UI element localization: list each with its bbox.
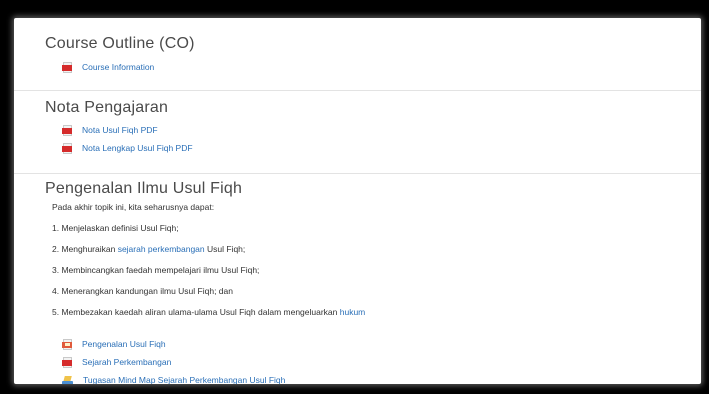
resource-link[interactable]: Pengenalan Usul Fiqh	[82, 339, 166, 349]
objective-item: 3. Membincangkan faedah mempelajari ilmu…	[52, 265, 259, 275]
inline-link[interactable]: sejarah perkembangan	[118, 244, 205, 254]
section-pengenalan: Pengenalan Ilmu Usul Fiqh Pada akhir top…	[14, 174, 701, 384]
assignment-icon	[62, 375, 73, 384]
objective-item: 4. Menerangkan kandungan ilmu Usul Fiqh;…	[52, 286, 233, 296]
resource-link[interactable]: Nota Usul Fiqh PDF	[82, 125, 158, 135]
powerpoint-icon	[62, 338, 72, 350]
objective-item: 1. Menjelaskan definisi Usul Fiqh;	[52, 223, 179, 233]
section-nota-pengajaran: Nota Pengajaran Nota Usul Fiqh PDF Nota …	[14, 91, 701, 174]
resource-course-information[interactable]: Course Information	[62, 60, 154, 74]
objective-text: 3. Membincangkan faedah mempelajari ilmu…	[52, 265, 260, 275]
objective-item: 2. Menghuraikan sejarah perkembangan Usu…	[52, 244, 245, 254]
objective-text: 2. Menghuraikan	[52, 244, 118, 254]
pdf-icon	[62, 61, 72, 73]
section-course-outline: Course Outline (CO) Course Information	[14, 18, 701, 91]
resource-nota-usul-fiqh[interactable]: Nota Usul Fiqh PDF	[62, 123, 158, 137]
section-summary-intro: Pada akhir topik ini, kita seharusnya da…	[52, 202, 215, 212]
resource-link[interactable]: Sejarah Perkembangan	[82, 357, 171, 367]
screenshot-frame: Course Outline (CO) Course Information N…	[0, 0, 709, 394]
pdf-icon	[62, 142, 72, 154]
resource-pengenalan-usul-fiqh[interactable]: Pengenalan Usul Fiqh	[62, 337, 166, 351]
resource-link[interactable]: Nota Lengkap Usul Fiqh PDF	[82, 143, 193, 153]
objective-text: 5. Membezakan kaedah aliran ulama-ulama …	[52, 307, 340, 317]
pdf-icon	[62, 124, 72, 136]
pdf-icon	[62, 356, 72, 368]
resource-link[interactable]: Tugasan Mind Map Sejarah Perkembangan Us…	[83, 375, 285, 384]
course-content-panel: Course Outline (CO) Course Information N…	[14, 18, 701, 384]
resource-link[interactable]: Course Information	[82, 62, 154, 72]
resource-nota-lengkap[interactable]: Nota Lengkap Usul Fiqh PDF	[62, 141, 193, 155]
objective-item: 5. Membezakan kaedah aliran ulama-ulama …	[52, 307, 365, 317]
section-title: Pengenalan Ilmu Usul Fiqh	[45, 180, 243, 197]
resource-sejarah-perkembangan[interactable]: Sejarah Perkembangan	[62, 355, 171, 369]
inline-link[interactable]: hukum	[340, 307, 366, 317]
objective-text: Usul Fiqh;	[204, 244, 246, 254]
resource-tugasan-mind-map[interactable]: Tugasan Mind Map Sejarah Perkembangan Us…	[62, 373, 285, 384]
section-title: Course Outline (CO)	[45, 35, 195, 52]
objective-text: 1. Menjelaskan definisi Usul Fiqh;	[52, 223, 179, 233]
objective-text: 4. Menerangkan kandungan ilmu Usul Fiqh;…	[52, 286, 233, 296]
section-title: Nota Pengajaran	[45, 99, 169, 116]
